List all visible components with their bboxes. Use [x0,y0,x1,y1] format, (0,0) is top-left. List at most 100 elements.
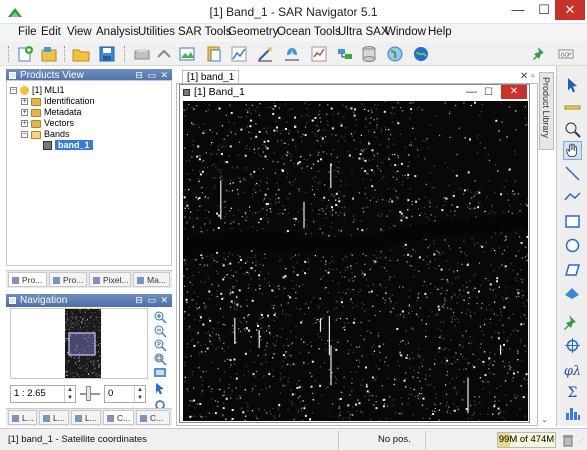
menu-window[interactable]: Window [385,26,426,38]
collapse-icon[interactable]: − [21,131,28,139]
minimize-button[interactable]: — [505,0,531,22]
zoom-factor-field[interactable]: 1 : 2.65 ▲ ▼ [10,385,76,403]
document-tab-controls[interactable]: ✕ ▫ [520,71,535,82]
statistics-tool-icon[interactable]: Σ [563,382,582,401]
tab-pixel-info[interactable]: Pixel... [89,272,131,287]
sar-image-canvas[interactable] [183,101,528,421]
range-finder-icon[interactable] [563,98,582,117]
document-tab[interactable]: [1] band_1 [182,70,240,84]
tab-layer-editor[interactable]: L... [8,410,37,425]
graph-builder-icon[interactable] [336,45,354,63]
tab-mask-manager[interactable]: Ma... [133,272,170,287]
menu-help[interactable]: Help [428,26,452,38]
menu-sar-tools[interactable]: SAR Tools [178,26,231,38]
zoom-spinner[interactable]: ▲ ▼ [64,386,75,402]
tree-node-identification[interactable]: + Identification [21,96,95,107]
import-icon[interactable] [155,45,173,63]
zoom-pixel-icon[interactable]: P [153,338,167,351]
tab-library[interactable]: L... [71,410,101,425]
open-folder-icon[interactable] [72,45,90,63]
ellipse-tool-icon[interactable] [563,236,582,255]
tab-colour-manipulation[interactable]: C... [103,410,134,425]
menu-analysis[interactable]: Analysis [96,26,139,38]
rotation-angle-field[interactable]: 0 ▲ ▼ [104,385,146,403]
navigation-thumbnail[interactable] [10,308,148,379]
sync-views-icon[interactable] [153,366,167,379]
band-maths-tool-icon[interactable]: φλ [563,360,582,379]
rotation-spinner[interactable]: ▲ ▼ [134,386,145,402]
image-window-close-button[interactable]: ✕ [501,85,527,99]
maximize-button[interactable]: ☐ [531,0,557,22]
side-scroll-down-icon[interactable]: ⌄ [541,415,548,424]
chart-icon[interactable] [230,45,248,63]
image-window-maximize-button[interactable]: ☐ [484,85,493,100]
save-icon[interactable] [98,45,116,63]
expand-icon[interactable]: + [21,120,28,128]
expand-icon[interactable]: + [21,109,28,117]
world-wind-icon[interactable] [412,45,430,63]
image-view-icon[interactable] [178,45,196,63]
collapse-icon[interactable]: − [10,87,17,95]
band-maths-icon[interactable] [205,45,223,63]
tab-product-explorer[interactable]: Pro... [8,272,47,287]
tree-root[interactable]: − [1] MLI1 [10,85,65,96]
tree-node-metadata[interactable]: + Metadata [21,107,82,118]
open-product-icon[interactable] [40,45,58,63]
tab-icon [12,277,19,284]
menu-edit[interactable]: Edit [41,26,61,38]
tab-label: L... [85,413,97,423]
toolbar-grip[interactable] [64,46,67,62]
product-icon [20,86,29,96]
product-library-tab[interactable]: Product Library [539,72,554,150]
zoom-slider-handle[interactable] [86,386,91,401]
wizard-icon[interactable] [256,45,274,63]
navigation-viewport-rectangle[interactable] [68,332,96,356]
garbage-collect-icon[interactable] [561,433,575,447]
sync-cursor-icon[interactable] [153,382,167,395]
tab-layer-manager[interactable]: L... [39,410,69,425]
pin-tool-icon[interactable] [563,312,582,331]
panel-window-controls[interactable]: ⊟ ▭ ✕ [135,294,169,307]
products-panel-tabs: Pro... Pro... Pixel... Ma... [6,270,172,288]
tree-node-vectors[interactable]: + Vectors [21,118,74,129]
insert-figure-icon[interactable] [563,284,582,303]
resize-grip-icon[interactable]: ⋰ [577,437,584,445]
new-product-icon[interactable] [16,45,34,63]
pin-manager-icon[interactable] [532,45,550,63]
zoom-in-icon[interactable] [153,310,167,323]
menu-utilities[interactable]: Utilities [138,26,175,38]
toolbar-grip[interactable] [124,46,127,62]
menu-geometry[interactable]: Geometry [228,26,279,38]
zoom-all-icon[interactable] [153,352,167,365]
image-window-minimize-button[interactable]: — [466,85,477,100]
gcp-manager-icon[interactable]: GCP [557,45,575,63]
tree-node-band[interactable]: band_1 [43,140,93,151]
menu-ultra-sax[interactable]: Ultra SAX [338,26,389,38]
histogram-tool-icon[interactable] [563,404,582,423]
menu-view[interactable]: View [67,26,92,38]
pan-tool-icon[interactable] [563,141,582,160]
zoom-tool-icon[interactable] [563,120,582,139]
menu-ocean-tools[interactable]: Ocean Tools [277,26,341,38]
world-map-icon[interactable] [386,45,404,63]
rectangle-tool-icon[interactable] [563,212,582,231]
status-bar: [1] band_1 - Satellite coordinates No po… [0,428,587,450]
tab-world-view[interactable]: C... [136,410,170,425]
toolbar-grip[interactable] [8,46,11,62]
menu-file[interactable]: File [18,26,37,38]
line-tool-icon[interactable] [563,164,582,183]
database-icon[interactable] [360,45,378,63]
graph-icon[interactable] [310,45,328,63]
expand-icon[interactable]: + [21,98,28,106]
layer-icon[interactable] [283,45,301,63]
polygon-tool-icon[interactable] [563,260,582,279]
select-tool-icon[interactable] [563,76,582,95]
export-icon[interactable] [133,45,151,63]
close-button[interactable]: ✕ [555,0,585,20]
gcp-tool-icon[interactable] [563,336,582,355]
tab-product-view[interactable]: Pro... [49,272,87,287]
tree-node-bands[interactable]: − Bands [21,129,70,140]
memory-usage-bar[interactable]: 99M of 474M [497,432,556,448]
polyline-tool-icon[interactable] [563,188,582,207]
zoom-out-icon[interactable] [153,324,167,337]
